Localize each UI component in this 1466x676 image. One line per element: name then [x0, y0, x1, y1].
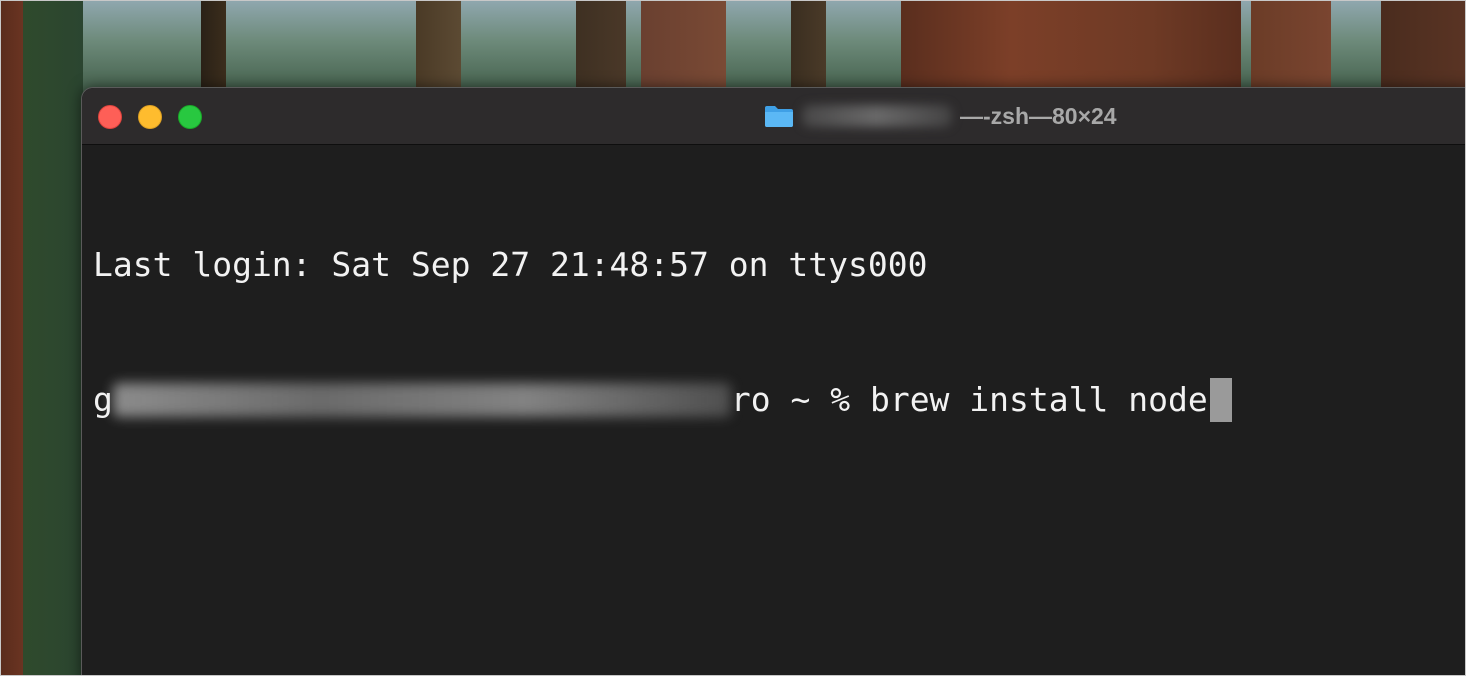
- prompt-line[interactable]: g ro ~ % brew install node: [93, 377, 1465, 422]
- redacted-directory-name: [802, 105, 952, 127]
- text-cursor: [1209, 377, 1232, 422]
- prompt-prefix: g: [93, 380, 113, 419]
- command-text[interactable]: brew install node: [870, 377, 1208, 422]
- desktop-wallpaper-left: [1, 1, 83, 675]
- title-bar[interactable]: — -zsh — 80×24: [82, 88, 1465, 145]
- screenshot-frame: — -zsh — 80×24 Last login: Sat Sep 27 21…: [0, 0, 1466, 676]
- window-title: — -zsh — 80×24: [764, 100, 1117, 132]
- terminal-window[interactable]: — -zsh — 80×24 Last login: Sat Sep 27 21…: [81, 87, 1465, 675]
- title-size: 80×24: [1052, 102, 1117, 129]
- redacted-user-host: [112, 382, 731, 417]
- zoom-button[interactable]: [178, 105, 202, 129]
- terminal-content[interactable]: Last login: Sat Sep 27 21:48:57 on ttys0…: [93, 152, 1465, 675]
- title-separator: —: [1029, 102, 1052, 129]
- last-login-text: Last login: Sat Sep 27 21:48:57 on ttys0…: [93, 245, 928, 284]
- close-button[interactable]: [98, 105, 122, 129]
- title-separator: —: [960, 102, 983, 129]
- last-login-line: Last login: Sat Sep 27 21:48:57 on ttys0…: [93, 242, 1465, 287]
- folder-icon: [765, 106, 793, 127]
- minimize-button[interactable]: [138, 105, 162, 129]
- title-shell: -zsh: [983, 102, 1029, 129]
- prompt-suffix: ro ~ %: [730, 380, 870, 419]
